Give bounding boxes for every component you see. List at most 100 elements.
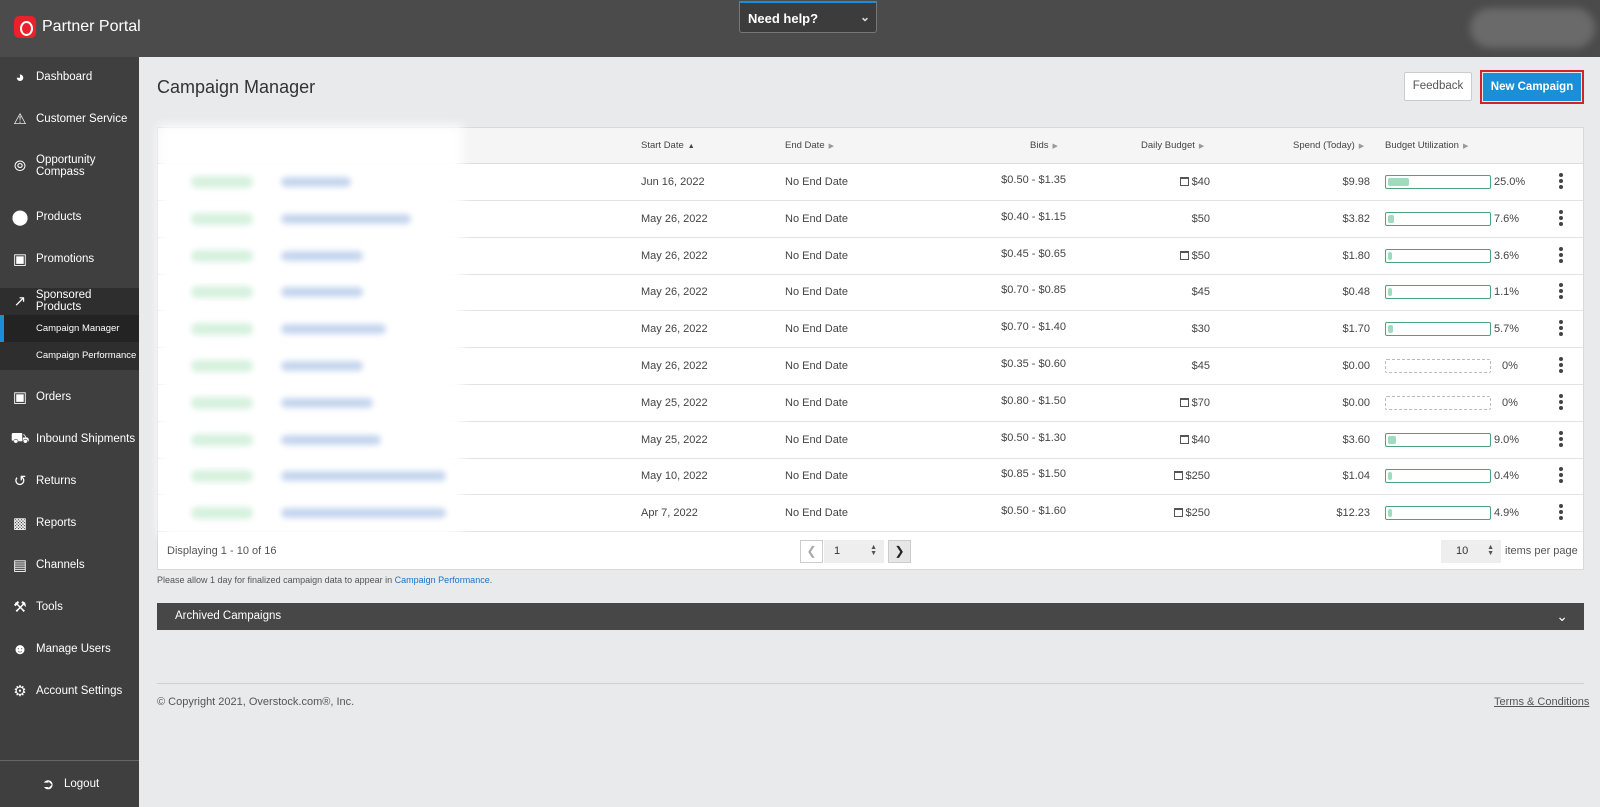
page-input[interactable]: 1 ▲ ▼ bbox=[824, 540, 884, 563]
chevron-down-icon: ⌄ bbox=[1556, 608, 1568, 624]
displaying-count: Displaying 1 - 10 of 16 bbox=[167, 545, 277, 557]
spend-today: $1.80 bbox=[1342, 249, 1370, 262]
terms-link[interactable]: Terms & Conditions bbox=[1494, 696, 1589, 708]
row-actions-kebab-icon[interactable] bbox=[1558, 467, 1564, 485]
warning-icon: ⚠ bbox=[13, 111, 27, 128]
sidebar-item-label: Inbound Shipments bbox=[36, 433, 136, 445]
daily-budget: $50 bbox=[1118, 213, 1210, 225]
sidebar-item-label: Reports bbox=[36, 517, 77, 529]
sidebar-divider bbox=[0, 760, 139, 761]
monitor-icon: ▤ bbox=[12, 557, 28, 574]
row-actions-kebab-icon[interactable] bbox=[1558, 357, 1564, 375]
row-actions-kebab-icon[interactable] bbox=[1558, 504, 1564, 522]
bar-chart-icon: ▩ bbox=[12, 515, 28, 532]
sidebar-item-tools[interactable]: ⚒ Tools bbox=[0, 596, 139, 618]
col-end-date[interactable]: End Date ▶ bbox=[785, 140, 834, 151]
row-actions-kebab-icon[interactable] bbox=[1558, 246, 1564, 265]
end-date: No End Date bbox=[785, 470, 848, 483]
row-actions-kebab-icon[interactable] bbox=[1558, 283, 1564, 301]
note-end: . bbox=[489, 575, 493, 585]
users-icon: ☻ bbox=[12, 640, 28, 658]
new-campaign-label: New Campaign bbox=[1483, 73, 1581, 101]
spend-today: $3.60 bbox=[1342, 433, 1370, 446]
sidebar-subitem-campaign-performance[interactable]: Campaign Performance bbox=[0, 342, 139, 369]
redacted-campaign-link[interactable] bbox=[281, 324, 386, 335]
logout-button[interactable]: ➲ Logout bbox=[28, 774, 128, 794]
redacted-campaign-link[interactable] bbox=[281, 397, 373, 408]
start-date: May 26, 2022 bbox=[641, 286, 708, 299]
col-bids[interactable]: Bids ▶ bbox=[1030, 140, 1058, 151]
redacted-campaign-link[interactable] bbox=[281, 508, 446, 519]
sidebar-item-manage-users[interactable]: ☻ Manage Users bbox=[0, 638, 139, 660]
bids: $0.45 - $0.65 bbox=[1001, 247, 1066, 260]
col-spend-today[interactable]: Spend (Today) ▶ bbox=[1293, 140, 1364, 151]
sidebar-item-dashboard[interactable]: ◕ Dashboard bbox=[0, 66, 139, 88]
need-help-dropdown[interactable]: Need help? ⌄ bbox=[739, 1, 877, 33]
row-actions-kebab-icon[interactable] bbox=[1558, 393, 1564, 412]
col-daily-budget[interactable]: Daily Budget ▶ bbox=[1141, 140, 1204, 151]
sidebar-item-channels[interactable]: ▤ Channels bbox=[0, 554, 139, 576]
start-date: May 25, 2022 bbox=[641, 433, 708, 446]
sidebar-item-orders[interactable]: ▣ Orders bbox=[0, 386, 139, 408]
sidebar-item-customer-service[interactable]: ⚠ Customer Service bbox=[0, 108, 139, 130]
col-budget-utilization[interactable]: Budget Utilization ▶ bbox=[1385, 140, 1468, 151]
redacted-status-badge bbox=[191, 433, 253, 446]
archived-campaigns-panel[interactable]: Archived Campaigns ⌄ bbox=[157, 603, 1584, 630]
user-avatar[interactable] bbox=[1470, 8, 1595, 48]
brand[interactable]: Partner Portal bbox=[14, 16, 141, 38]
col-label: Daily Budget bbox=[1141, 140, 1195, 151]
sidebar-item-account-settings[interactable]: ⚙ Account Settings bbox=[0, 680, 139, 702]
sidebar-item-products[interactable]: ⬤ Products bbox=[0, 206, 139, 228]
end-date: No End Date bbox=[785, 286, 848, 299]
row-actions-kebab-icon[interactable] bbox=[1558, 320, 1564, 338]
sidebar-item-inbound-shipments[interactable]: ⛟ Inbound Shipments bbox=[0, 428, 139, 450]
redacted-campaign-link[interactable] bbox=[281, 361, 363, 371]
end-date: No End Date bbox=[785, 323, 848, 336]
row-actions-kebab-icon[interactable] bbox=[1558, 209, 1564, 228]
logout-icon: ➲ bbox=[41, 776, 55, 793]
sidebar-item-promotions[interactable]: ▣ Promotions bbox=[0, 248, 139, 270]
sidebar-item-sponsored-products[interactable]: ↗ Sponsored Products bbox=[0, 289, 139, 313]
feedback-button[interactable]: Feedback bbox=[1404, 72, 1472, 101]
sidebar-item-label: Products bbox=[36, 211, 82, 223]
logout-label: Logout bbox=[64, 778, 100, 790]
redacted-campaign-link[interactable] bbox=[281, 287, 363, 298]
items-per-page-select[interactable]: 10 ▲ ▼ bbox=[1441, 540, 1501, 563]
utilization-percent: 25.0% bbox=[1494, 176, 1526, 188]
sidebar-item-returns[interactable]: ↺ Returns bbox=[0, 470, 139, 492]
redacted-campaign-link[interactable] bbox=[281, 471, 446, 482]
utilization-fill bbox=[1388, 509, 1392, 518]
dashboard-gauge-icon: ◕ bbox=[15, 68, 25, 86]
top-bar: Partner Portal Need help? ⌄ bbox=[0, 0, 1600, 57]
sidebar-subitem-campaign-manager[interactable]: Campaign Manager bbox=[0, 315, 139, 342]
utilization-fill bbox=[1388, 325, 1393, 334]
bids: $0.50 - $1.30 bbox=[1001, 431, 1066, 444]
sidebar-item-opportunity-compass[interactable]: ⦾ Opportunity Compass bbox=[0, 147, 139, 185]
start-date: Jun 16, 2022 bbox=[641, 176, 705, 188]
next-page-button[interactable]: ❯ bbox=[888, 540, 911, 563]
redacted-campaign-link[interactable] bbox=[281, 213, 411, 224]
prev-page-button[interactable]: ❮ bbox=[800, 540, 823, 563]
calendar-icon bbox=[1179, 250, 1189, 260]
utilization-fill bbox=[1388, 472, 1392, 481]
col-start-date[interactable]: Start Date ▲ bbox=[641, 140, 695, 151]
redacted-campaign-link[interactable] bbox=[281, 250, 363, 261]
redacted-campaign-link[interactable] bbox=[281, 434, 381, 445]
spend-today: $0.00 bbox=[1342, 360, 1370, 372]
sidebar-item-label: Orders bbox=[36, 391, 72, 403]
budget-value: $250 bbox=[1185, 470, 1210, 483]
sort-icon: ▶ bbox=[1198, 143, 1205, 150]
new-campaign-button[interactable]: New Campaign bbox=[1480, 70, 1584, 104]
row-actions-kebab-icon[interactable] bbox=[1558, 173, 1564, 191]
utilization-percent: 0% bbox=[1502, 360, 1518, 372]
campaign-performance-link[interactable]: Campaign Performance bbox=[395, 575, 490, 585]
tag-icon: ⬤ bbox=[11, 209, 29, 226]
sort-asc-icon: ▲ bbox=[687, 143, 695, 150]
end-date: No End Date bbox=[785, 507, 848, 520]
sidebar-item-reports[interactable]: ▩ Reports bbox=[0, 512, 139, 534]
utilization-percent: 9.0% bbox=[1494, 433, 1520, 446]
truck-icon: ⛟ bbox=[10, 429, 30, 447]
inbox-icon: ▣ bbox=[12, 389, 28, 406]
row-actions-kebab-icon[interactable] bbox=[1558, 430, 1564, 449]
redacted-campaign-link[interactable] bbox=[281, 177, 351, 187]
